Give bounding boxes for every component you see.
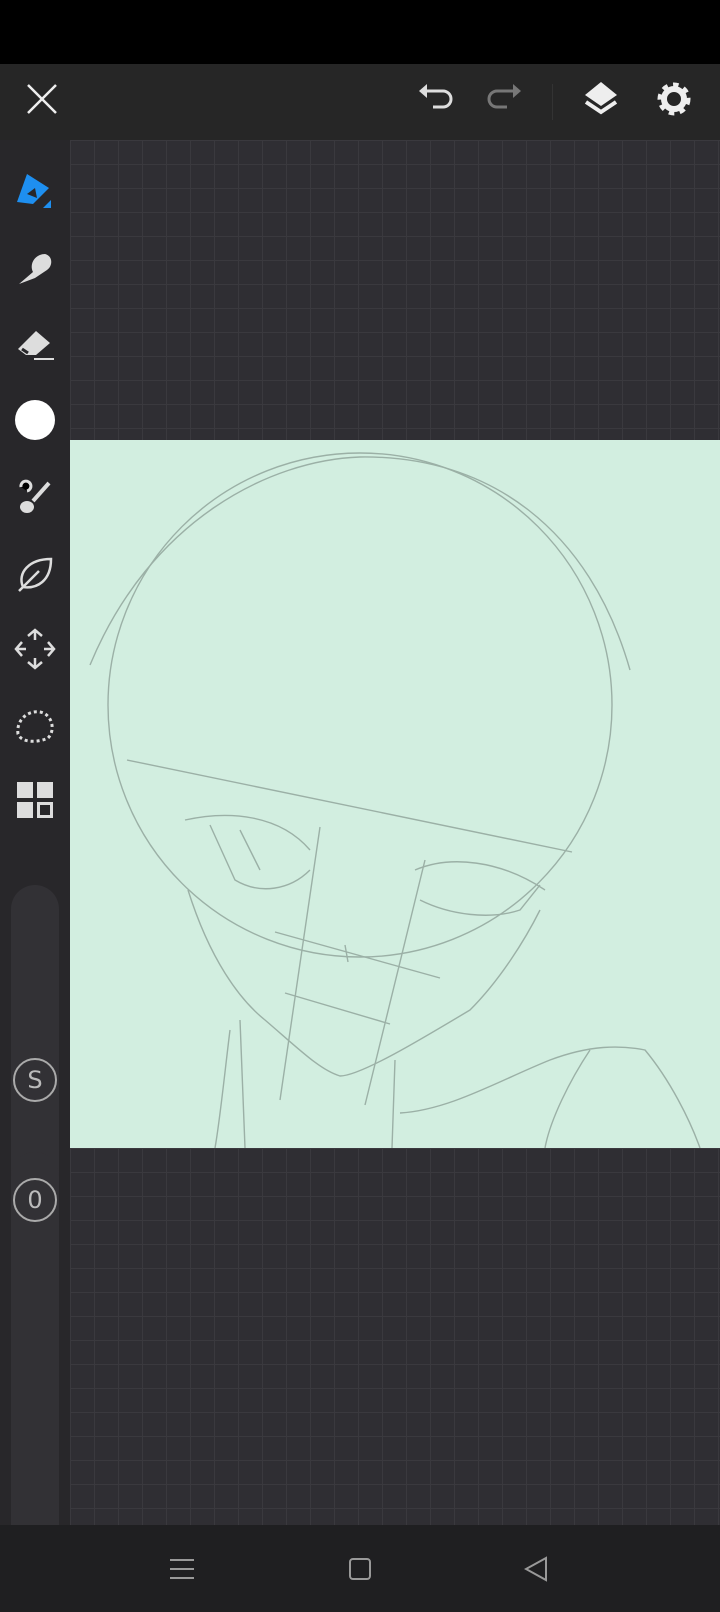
leaf-icon xyxy=(18,557,53,592)
opacity-value-badge: 0 xyxy=(13,1178,57,1222)
color-picker[interactable] xyxy=(10,395,60,445)
brush-icon xyxy=(19,479,51,513)
close-icon xyxy=(27,84,57,114)
sketch-drawing xyxy=(89,452,701,1148)
size-value-badge: S xyxy=(13,1058,57,1102)
effect-tool[interactable] xyxy=(10,548,60,598)
system-nav-bar xyxy=(0,1525,720,1612)
layers-button[interactable] xyxy=(576,74,626,124)
fill-brush-tool[interactable] xyxy=(10,472,60,522)
move-arrows-icon xyxy=(14,628,56,670)
tool-sidebar: S 0 xyxy=(0,140,70,1570)
back-icon xyxy=(524,1556,547,1582)
divider xyxy=(552,84,553,120)
more-tools[interactable] xyxy=(10,775,60,825)
pen-tool[interactable] xyxy=(10,165,60,215)
eraser-tool[interactable] xyxy=(10,318,60,368)
size-label: S xyxy=(27,1066,43,1094)
lasso-icon xyxy=(16,710,54,743)
redo-button[interactable] xyxy=(478,74,528,124)
status-bar xyxy=(0,0,720,64)
settings-icon xyxy=(657,82,691,116)
undo-button[interactable] xyxy=(412,74,462,124)
top-toolbar xyxy=(0,64,720,140)
redo-icon xyxy=(487,84,521,109)
eraser-icon xyxy=(18,331,54,360)
home-button[interactable] xyxy=(338,1547,382,1591)
home-icon xyxy=(349,1558,371,1580)
smudge-tool[interactable] xyxy=(10,243,60,293)
drawing-canvas[interactable] xyxy=(70,440,720,1148)
transform-tool[interactable] xyxy=(10,624,60,674)
grid-icon xyxy=(17,782,53,818)
close-button[interactable] xyxy=(17,74,67,124)
recent-apps-button[interactable] xyxy=(160,1547,204,1591)
opacity-label: 0 xyxy=(27,1186,43,1214)
selection-tool[interactable] xyxy=(10,700,60,750)
current-color-swatch xyxy=(15,400,55,440)
layers-icon xyxy=(584,82,618,115)
pen-icon xyxy=(17,174,51,208)
finger-smudge-icon xyxy=(19,254,52,284)
settings-button[interactable] xyxy=(649,74,699,124)
menu-icon xyxy=(170,1559,194,1579)
back-button[interactable] xyxy=(514,1547,558,1591)
undo-icon xyxy=(419,84,453,109)
